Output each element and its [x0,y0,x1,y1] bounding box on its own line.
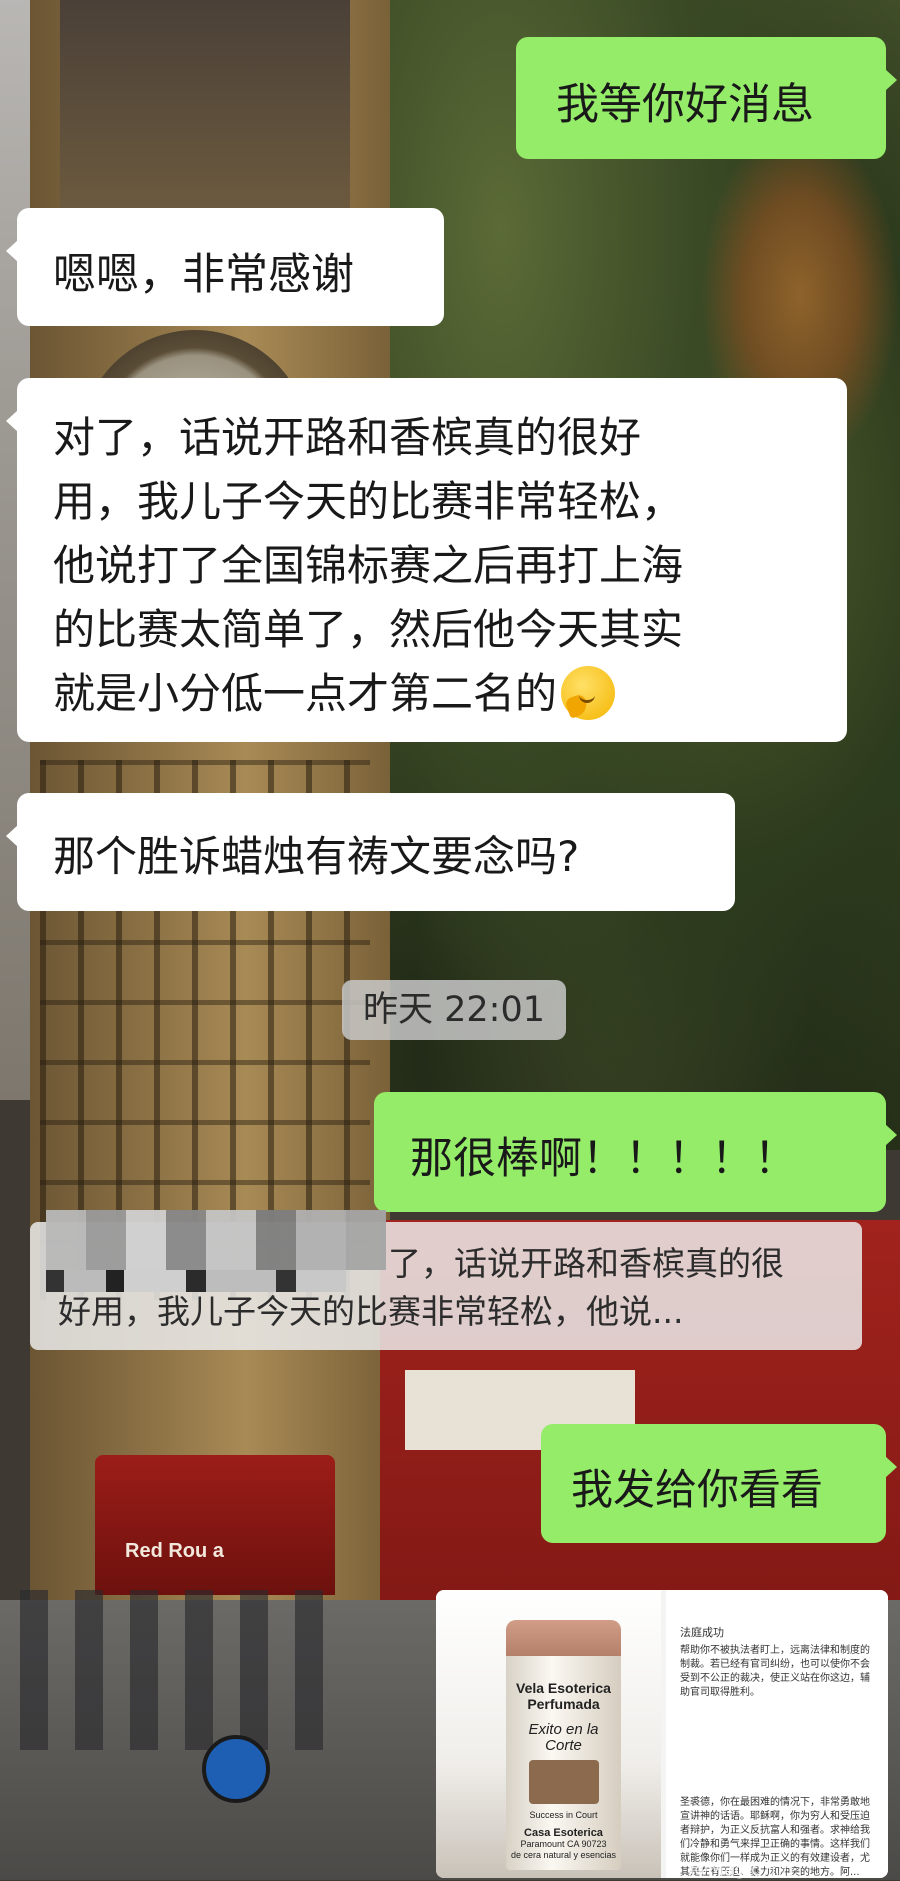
image-message[interactable]: Vela Esoterica Perfumada Exito en la Cor… [436,1590,888,1878]
message-text: 那个胜诉蜡烛有祷文要念吗? [53,832,580,881]
quote-line: 了，话说开路和香槟真的很 [388,1244,784,1283]
candle-photo: Vela Esoterica Perfumada Exito en la Cor… [436,1590,661,1878]
candle-title: Vela Esoterica Perfumada [516,1680,611,1712]
candle-address: Paramount CA 90723 [520,1839,607,1849]
watermark: @Magic九九 [690,1859,797,1880]
outgoing-message[interactable]: 那很棒啊！！！！！ [374,1092,897,1212]
document-paragraph: 帮助你不被执法者盯上，远离法律和制度的制裁。若已经有官司纠纷，也可以使你不会受到… [680,1645,870,1698]
candle-tagline: Success in Court [529,1810,598,1820]
incoming-message[interactable]: 那个胜诉蜡烛有祷文要念吗? [6,793,735,911]
incoming-message[interactable]: 嗯嗯，非常感谢 [6,208,444,326]
candle-brand: Casa Esoterica [524,1827,603,1839]
candle-artwork [528,1760,599,1804]
outgoing-message[interactable]: 我等你好消息 [516,37,897,159]
candle-subtitle: Exito en la Corte [528,1721,599,1754]
prayer-document: 法庭成功 帮助你不被执法者盯上，远离法律和制度的制裁。若已经有官司纠纷，也可以使… [666,1590,888,1878]
candle-label: Vela Esoterica Perfumada Exito en la Cor… [510,1680,617,1861]
quote-line: 好用，我儿子今天的比赛非常轻松，他说... [58,1292,684,1331]
chat-thread: 我等你好消息 嗯嗯，非常感谢 对了，话说开路和香槟真的很好 用，我儿子今天的比赛… [0,0,900,1880]
outgoing-message[interactable]: 我发给你看看 [541,1424,897,1543]
quoted-reply[interactable]: 了，话说开路和香槟真的很 好用，我儿子今天的比赛非常轻松，他说... [30,1210,862,1350]
message-text: 那很棒啊！！！！！ [410,1134,797,1184]
timestamp: 昨天 22:01 [342,980,566,1040]
thinking-face-emoji-icon [561,666,616,720]
candle-jar: Vela Esoterica Perfumada Exito en la Cor… [506,1620,621,1870]
message-text: 嗯嗯，非常感谢 [53,250,354,300]
incoming-message[interactable]: 对了，话说开路和香槟真的很好 用，我儿子今天的比赛非常轻松， 他说打了全国锦标赛… [6,378,847,742]
message-text: 我等你好消息 [556,80,814,130]
document-title: 法庭成功 [680,1626,724,1639]
candle-footer: de cera natural y esencias [510,1850,617,1860]
candle-lid [506,1620,621,1656]
message-text: 我发给你看看 [571,1465,824,1514]
